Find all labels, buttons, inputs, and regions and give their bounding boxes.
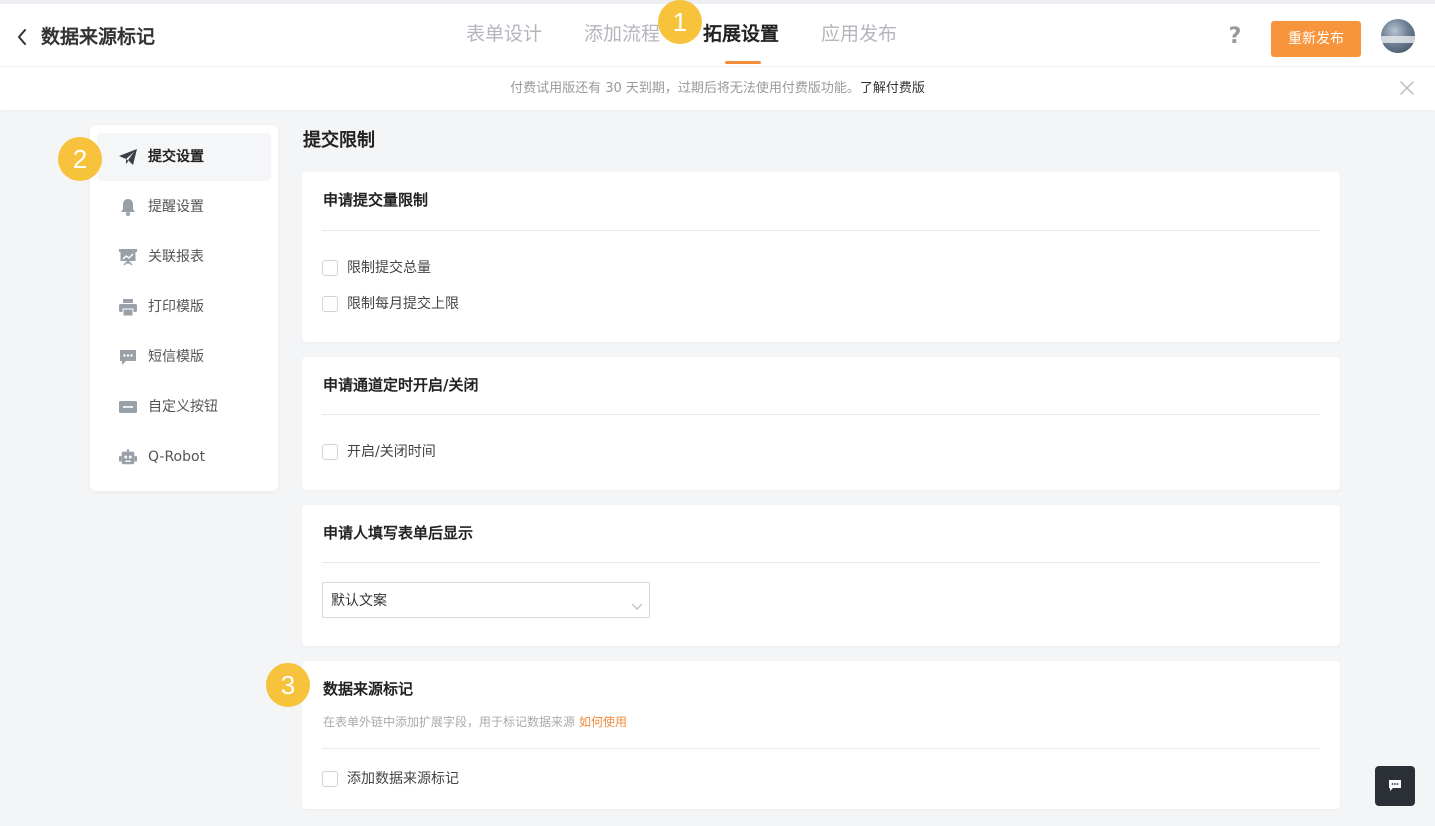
robot-icon xyxy=(119,448,137,466)
chevron-down-icon xyxy=(631,596,643,610)
section-title: 提交限制 xyxy=(303,130,375,151)
step-marker-2: 2 xyxy=(58,137,102,181)
sidebar-item-linked-reports[interactable]: 关联报表 xyxy=(97,233,271,281)
select-value: 默认文案 xyxy=(331,593,387,609)
printer-icon xyxy=(119,298,137,316)
paper-plane-icon xyxy=(119,148,137,166)
sidebar-item-label: 短信模版 xyxy=(148,349,204,365)
option-label: 限制提交总量 xyxy=(347,260,431,276)
learn-paid-link[interactable]: 了解付费版 xyxy=(860,81,925,96)
sidebar-item-label: 提交设置 xyxy=(148,149,204,165)
sidebar-item-label: 打印模版 xyxy=(148,299,204,315)
card-title: 申请提交量限制 xyxy=(323,191,429,209)
tab-app-publish[interactable]: 应用发布 xyxy=(821,20,897,48)
limit-monthly-checkbox[interactable] xyxy=(322,296,338,312)
bell-icon xyxy=(119,198,137,216)
main-tabs: 表单设计 添加流程 拓展设置 应用发布 xyxy=(0,4,1435,66)
open-close-time-checkbox[interactable] xyxy=(322,444,338,460)
trial-notice-bar: 付费试用版还有 30 天到期，过期后将无法使用付费版功能。了解付费版 xyxy=(0,66,1435,110)
option-label: 开启/关闭时间 xyxy=(347,444,436,460)
btn-icon xyxy=(119,398,137,416)
tab-add-workflow[interactable]: 添加流程 xyxy=(584,20,660,48)
sidebar-item-label: Q-Robot xyxy=(148,449,206,465)
sidebar-item-label: 自定义按钮 xyxy=(148,399,218,415)
data-source-tag-card: 数据来源标记 在表单外链中添加扩展字段，用于标记数据来源 如何使用 添加数据来源标… xyxy=(302,661,1340,809)
add-source-tag-checkbox[interactable] xyxy=(322,771,338,787)
sidebar-item-custom-buttons[interactable]: 自定义按钮 xyxy=(97,383,271,431)
help-icon[interactable]: ? xyxy=(1224,23,1246,51)
card-divider xyxy=(322,414,1320,415)
option-label: 添加数据来源标记 xyxy=(347,771,459,787)
card-divider xyxy=(322,748,1320,749)
sidebar-item-reminder-settings[interactable]: 提醒设置 xyxy=(97,183,271,231)
tab-extension-settings[interactable]: 拓展设置 xyxy=(703,20,779,48)
card-divider xyxy=(322,562,1320,563)
message-icon xyxy=(119,348,137,366)
scheduled-open-close-card: 申请通道定时开启/关闭 开启/关闭时间 xyxy=(302,357,1340,490)
step-marker-3: 3 xyxy=(266,663,310,707)
add-source-tag-option[interactable]: 添加数据来源标记 xyxy=(322,769,459,789)
sidebar-item-label: 提醒设置 xyxy=(148,199,204,215)
sidebar-item-submit-settings[interactable]: 提交设置 xyxy=(97,133,271,181)
tab-form-design[interactable]: 表单设计 xyxy=(466,20,542,48)
sidebar-item-print-templates[interactable]: 打印模版 xyxy=(97,283,271,331)
top-header: 数据来源标记 表单设计 添加流程 拓展设置 应用发布 ? 重新发布 xyxy=(0,0,1435,66)
card-divider xyxy=(322,230,1320,231)
card-title: 申请人填写表单后显示 xyxy=(323,524,474,542)
settings-sidebar: 提交设置 提醒设置 关联报表 打印模版 短信模版 自定义按钮 Q-Robot xyxy=(90,125,278,491)
open-close-time-option[interactable]: 开启/关闭时间 xyxy=(322,442,436,462)
card-title: 数据来源标记 xyxy=(323,680,414,698)
chat-icon xyxy=(1388,777,1402,796)
report-board-icon xyxy=(119,248,137,266)
card-description: 在表单外链中添加扩展字段，用于标记数据来源 如何使用 xyxy=(323,712,627,732)
sidebar-item-sms-templates[interactable]: 短信模版 xyxy=(97,333,271,381)
close-icon[interactable] xyxy=(1400,80,1416,96)
card-title: 申请通道定时开启/关闭 xyxy=(323,376,479,394)
display-text-select[interactable]: 默认文案 xyxy=(322,582,650,618)
step-marker-1: 1 xyxy=(658,0,702,44)
trial-notice-message: 付费试用版还有 30 天到期，过期后将无法使用付费版功能。 xyxy=(510,81,860,96)
limit-total-checkbox[interactable] xyxy=(322,260,338,276)
option-label: 限制每月提交上限 xyxy=(347,296,459,312)
how-to-use-link[interactable]: 如何使用 xyxy=(579,715,627,729)
sidebar-item-q-robot[interactable]: Q-Robot xyxy=(97,433,271,481)
republish-button[interactable]: 重新发布 xyxy=(1271,21,1361,57)
limit-monthly-option[interactable]: 限制每月提交上限 xyxy=(322,294,459,314)
active-tab-indicator xyxy=(725,61,761,64)
submission-limit-card: 申请提交量限制 限制提交总量 限制每月提交上限 xyxy=(302,172,1340,342)
sidebar-item-label: 关联报表 xyxy=(148,249,204,265)
limit-total-option[interactable]: 限制提交总量 xyxy=(322,258,431,278)
description-text: 在表单外链中添加扩展字段，用于标记数据来源 xyxy=(323,715,576,729)
trial-notice-text: 付费试用版还有 30 天到期，过期后将无法使用付费版功能。了解付费版 xyxy=(0,79,1435,99)
after-submit-display-card: 申请人填写表单后显示 默认文案 xyxy=(302,505,1340,646)
avatar[interactable] xyxy=(1381,19,1415,53)
chat-button[interactable] xyxy=(1375,766,1415,806)
